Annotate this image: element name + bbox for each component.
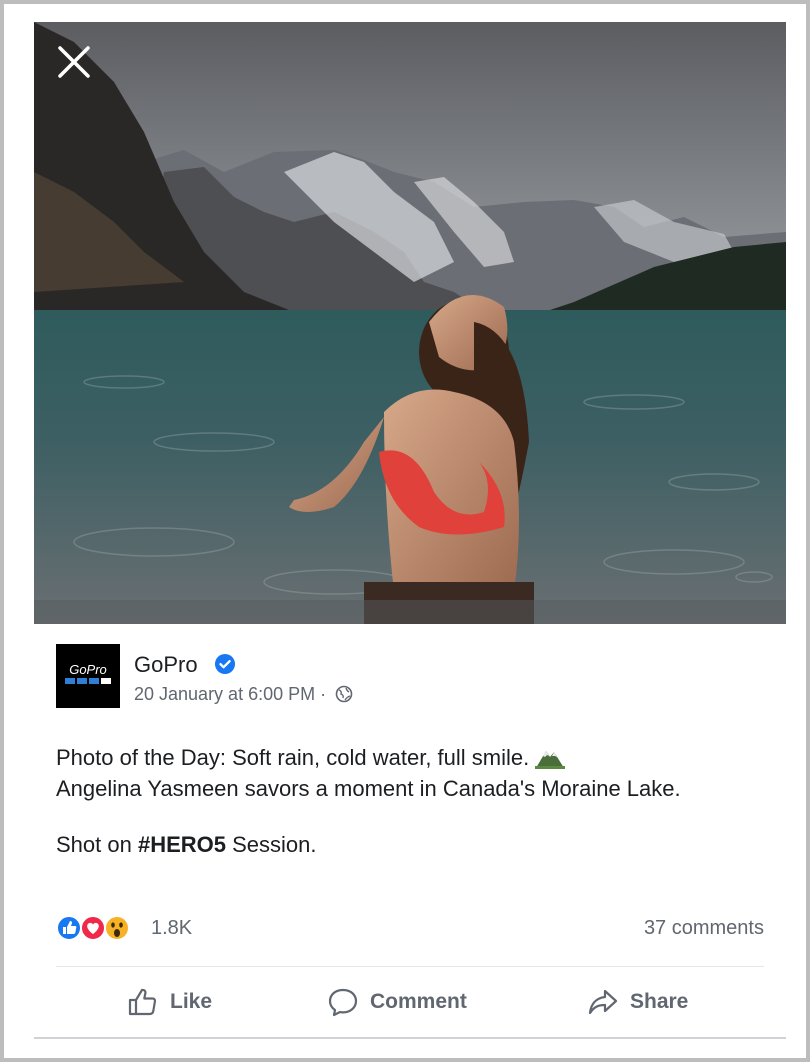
like-icon [56, 915, 82, 941]
gopro-logo-icon: GoPro [56, 644, 120, 708]
reactions-bar: 1.8K 37 comments [56, 914, 764, 944]
close-button[interactable] [54, 42, 94, 82]
avatar-logo-text: GoPro [69, 662, 107, 677]
reaction-icons[interactable] [56, 914, 146, 942]
meta-separator: · [320, 684, 327, 704]
post-caption: Photo of the Day: Soft rain, cold water,… [56, 742, 756, 860]
post-timestamp[interactable]: 20 January at 6:00 PM [134, 684, 315, 704]
caption-text-1: Photo of the Day: Soft rain, cold water,… [56, 745, 530, 770]
page-name-link[interactable]: GoPro [134, 652, 198, 678]
divider [56, 966, 764, 967]
hashtag-link[interactable]: #HERO5 [138, 832, 226, 857]
share-button[interactable]: Share [586, 984, 688, 1020]
post-photo[interactable] [34, 22, 786, 624]
lake-photo-image [34, 22, 786, 624]
caption-line-2: Angelina Yasmeen savors a moment in Cana… [56, 776, 681, 801]
share-arrow-icon [588, 989, 618, 1015]
shot-prefix: Shot on [56, 832, 138, 857]
comments-count-link[interactable]: 37 comments [644, 917, 764, 940]
like-label: Like [170, 990, 213, 1013]
post-header: GoPro GoPro 20 January at 6:00 PM · [56, 644, 776, 714]
bottom-divider [34, 1037, 786, 1039]
page-avatar[interactable]: GoPro [56, 644, 120, 708]
post-viewer: GoPro GoPro 20 January at 6:00 PM · Phot… [4, 4, 806, 1058]
wow-icon [104, 915, 130, 941]
caption-line-1: Photo of the Day: Soft rain, cold water,… [56, 742, 756, 773]
mountain-emoji-icon [535, 751, 566, 769]
verified-check-icon [215, 654, 235, 674]
post-meta: 20 January at 6:00 PM · [134, 684, 353, 705]
love-icon [80, 915, 106, 941]
close-icon [58, 46, 90, 78]
share-label: Share [630, 990, 689, 1013]
comment-bubble-icon [328, 988, 358, 1017]
comment-button[interactable]: Comment [326, 984, 467, 1020]
caption-line-3: Shot on #HERO5 Session. [56, 829, 756, 860]
comment-label: Comment [370, 990, 467, 1013]
post-actions: Like Comment Share [34, 972, 786, 1032]
reactions-count[interactable]: 1.8K [151, 917, 192, 940]
shot-suffix: Session. [226, 832, 317, 857]
like-button[interactable]: Like [126, 984, 212, 1020]
like-thumb-icon [128, 988, 157, 1016]
globe-icon [335, 685, 353, 703]
